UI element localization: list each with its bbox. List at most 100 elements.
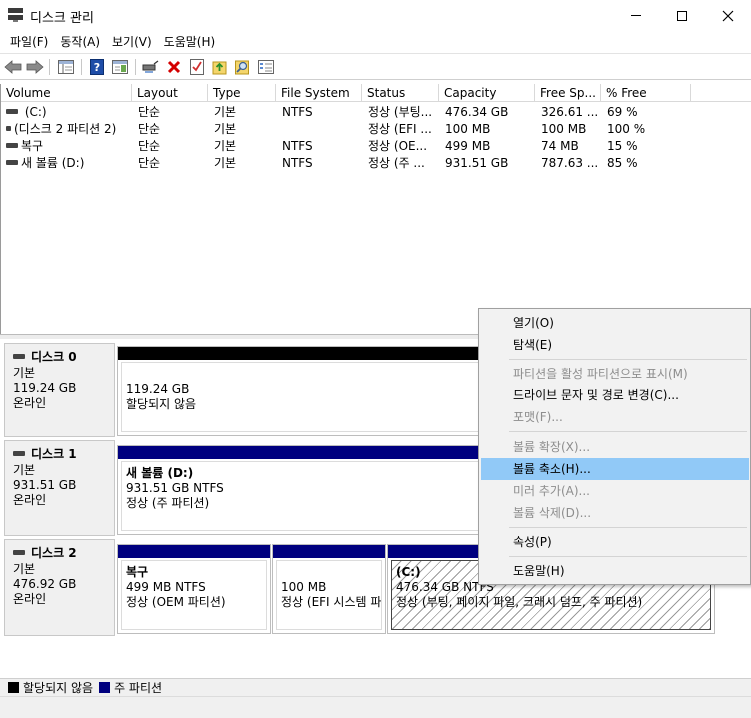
partition-efi[interactable]: 100 MB 정상 (EFI 시스템 파 <box>272 544 386 634</box>
menu-bar: 파일(F) 동작(A) 보기(V) 도움말(H) <box>0 31 751 53</box>
status-bar <box>0 696 751 718</box>
menu-action[interactable]: 동작(A) <box>54 32 106 52</box>
menu-item-change-drive-letter[interactable]: 드라이브 문자 및 경로 변경(C)... <box>481 384 749 406</box>
volume-row[interactable]: (C:) 단순 기본 NTFS 정상 (부팅... 476.34 GB 326.… <box>1 104 701 121</box>
column-header-layout[interactable]: Layout <box>132 84 208 102</box>
connect-drive-button[interactable] <box>142 58 160 76</box>
menu-item-explore[interactable]: 탐색(E) <box>481 334 749 356</box>
disk-icon <box>13 451 25 456</box>
back-icon <box>4 60 22 74</box>
toolbar-separator <box>135 59 136 75</box>
disk-icon <box>13 550 25 555</box>
search-button[interactable] <box>234 58 252 76</box>
menu-item-format[interactable]: 포맷(F)... <box>481 406 749 428</box>
menu-item-mark-active[interactable]: 파티션을 활성 파티션으로 표시(M) <box>481 363 749 385</box>
free-space-cell: 787.63 ... <box>541 156 599 170</box>
layout-cell: 단순 <box>138 139 161 153</box>
volume-name-cell: 새 볼륨 (D:) <box>6 155 130 172</box>
window-title: 디스크 관리 <box>30 11 94 26</box>
forward-button[interactable] <box>26 58 44 76</box>
disk-name: 디스크 1 <box>31 447 77 461</box>
checklist-button[interactable] <box>188 58 206 76</box>
drive-icon <box>6 160 18 165</box>
layout-cell: 단순 <box>138 156 161 170</box>
disk-0-label[interactable]: 디스크 0 기본 119.24 GB 온라인 <box>4 343 115 437</box>
properties-icon <box>258 60 274 74</box>
menu-help[interactable]: 도움말(H) <box>158 32 222 52</box>
column-header-status[interactable]: Status <box>362 84 439 102</box>
menu-item-properties[interactable]: 속성(P) <box>481 531 749 553</box>
menu-separator <box>509 527 747 528</box>
drive-icon <box>6 143 18 148</box>
disk-state: 온라인 <box>13 493 47 507</box>
toolbar-separator <box>49 59 50 75</box>
menu-file[interactable]: 파일(F) <box>4 32 54 52</box>
volume-list: Volume Layout Type File System Status Ca… <box>0 84 751 334</box>
column-header-percent-free[interactable]: % Free <box>601 84 691 102</box>
menu-separator <box>509 359 747 360</box>
console-tree-button[interactable] <box>57 58 75 76</box>
maximize-icon <box>677 10 687 21</box>
column-header-type[interactable]: Type <box>208 84 276 102</box>
legend-swatch-unallocated <box>8 682 19 693</box>
partition-size: 100 MB <box>281 580 327 594</box>
delete-button[interactable] <box>165 58 183 76</box>
menu-item-extend-volume[interactable]: 볼륨 확장(X)... <box>481 436 749 458</box>
disk-size: 476.92 GB <box>13 577 77 591</box>
toolbar-separator <box>81 59 82 75</box>
disk-1-label[interactable]: 디스크 1 기본 931.51 GB 온라인 <box>4 440 115 536</box>
import-icon <box>212 61 227 75</box>
connect-drive-icon <box>142 60 159 73</box>
type-cell: 기본 <box>214 139 237 153</box>
column-header-volume[interactable]: Volume <box>1 84 132 102</box>
menu-view[interactable]: 보기(V) <box>106 32 158 52</box>
type-cell: 기본 <box>214 156 237 170</box>
layout-cell: 단순 <box>138 105 161 119</box>
legend-label-unallocated: 할당되지 않음 <box>23 681 94 695</box>
volume-name: 새 볼륨 (D:) <box>21 156 85 170</box>
minimize-button[interactable] <box>613 0 659 31</box>
delete-icon <box>167 60 181 74</box>
volume-row[interactable]: 새 볼륨 (D:) 단순 기본 NTFS 정상 (주 ... 931.51 GB… <box>1 155 701 172</box>
column-header-free-space[interactable]: Free Sp... <box>535 84 601 102</box>
import-button[interactable] <box>211 58 229 76</box>
menu-item-shrink-volume[interactable]: 볼륨 축소(H)... <box>481 458 749 480</box>
volume-row[interactable]: 복구 단순 기본 NTFS 정상 (OE... 499 MB 74 MB 15 … <box>1 138 701 155</box>
column-header-filler <box>691 84 751 102</box>
back-button[interactable] <box>4 58 22 76</box>
file-system-cell: NTFS <box>282 139 313 153</box>
volume-row[interactable]: (디스크 2 파티션 2) 단순 기본 정상 (EFI ... 100 MB 1… <box>1 121 701 138</box>
menu-item-add-mirror[interactable]: 미러 추가(A)... <box>481 480 749 502</box>
menu-separator <box>509 556 747 557</box>
menu-item-delete-volume[interactable]: 볼륨 삭제(D)... <box>481 502 749 524</box>
partition-name: 복구 <box>126 565 149 579</box>
disk-icon <box>13 354 25 359</box>
partition-recovery[interactable]: 복구 499 MB NTFS 정상 (OEM 파티션) <box>117 544 271 634</box>
menu-separator <box>509 431 747 432</box>
partition-status: 정상 (부팅, 페이지 파일, 크래시 덤프, 주 파티션) <box>396 595 643 609</box>
maximize-button[interactable] <box>659 0 705 31</box>
menu-item-help[interactable]: 도움말(H) <box>481 560 749 582</box>
properties-button[interactable] <box>257 58 275 76</box>
drive-icon <box>6 126 11 131</box>
show-pane-button[interactable] <box>111 58 129 76</box>
drive-icon <box>6 109 18 114</box>
layout-cell: 단순 <box>138 122 161 136</box>
legend-swatch-primary <box>99 682 111 693</box>
type-cell: 기본 <box>214 122 237 136</box>
menu-item-open[interactable]: 열기(O) <box>481 312 749 334</box>
close-button[interactable] <box>705 0 751 31</box>
percent-free-cell: 15 % <box>607 139 638 153</box>
capacity-cell: 931.51 GB <box>445 156 509 170</box>
partition-bar <box>273 545 385 558</box>
volume-name: (C:) <box>21 105 47 119</box>
help-button[interactable]: ? <box>88 58 106 76</box>
column-header-capacity[interactable]: Capacity <box>439 84 535 102</box>
checklist-icon <box>190 59 204 75</box>
column-header-file-system[interactable]: File System <box>276 84 362 102</box>
disk-2-label[interactable]: 디스크 2 기본 476.92 GB 온라인 <box>4 539 115 636</box>
legend: 할당되지 않음 주 파티션 <box>0 678 751 696</box>
console-tree-icon <box>58 60 74 74</box>
toolbar: ? <box>0 53 751 80</box>
free-space-cell: 326.61 ... <box>541 105 599 119</box>
